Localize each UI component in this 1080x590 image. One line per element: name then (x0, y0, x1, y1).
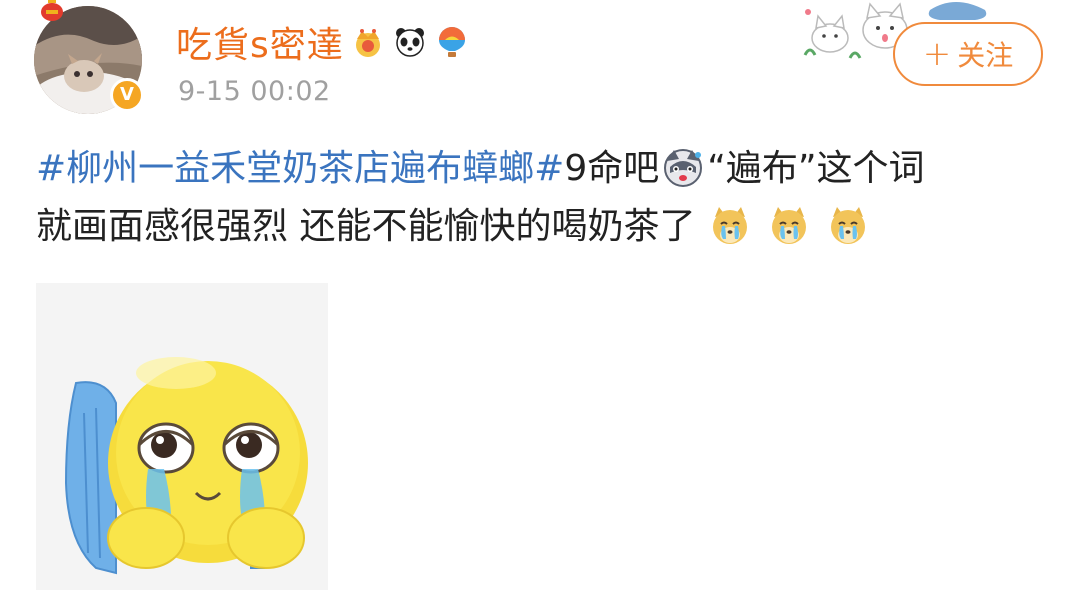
panda-badge-icon[interactable] (392, 24, 428, 60)
verified-badge-icon: V (110, 78, 144, 112)
crying-emoji-sticker (36, 283, 328, 590)
post-text-segment: 9命吧 (564, 148, 660, 189)
follow-button[interactable]: + 关注 (893, 22, 1043, 86)
lantern-pendant-icon (41, 0, 63, 21)
post-text-line-2: 就画面感很强烈 还能不能愉快的喝奶茶了 (36, 198, 1056, 256)
crying-doge-emoji (713, 207, 748, 244)
crying-doge-emoji (772, 207, 807, 244)
crying-doge-emoji (831, 207, 866, 244)
hashtag-link[interactable]: #柳州一益禾堂奶茶店遍布蟑螂# (36, 148, 564, 189)
avatar-container[interactable]: V (34, 0, 144, 114)
post-image[interactable] (36, 283, 328, 590)
husky-dog-emoji (664, 149, 703, 187)
plus-icon: + (922, 34, 952, 74)
weibo-post: V 吃貨s密達 9-15 00:02 + 关注 #柳州一益禾堂奶茶店遍布蟑螂#9… (0, 0, 1080, 590)
username[interactable]: 吃貨s密達 (176, 16, 344, 68)
follow-label: 关注 (957, 39, 1014, 72)
post-text-segment: “遍布”这个词 (707, 148, 925, 189)
hot-air-balloon-badge-icon[interactable] (434, 24, 470, 60)
username-row: 吃貨s密達 (176, 20, 470, 66)
post-text: #柳州一益禾堂奶茶店遍布蟑螂#9命吧 “遍布”这个词 就画面感很强烈 还能不能愉… (36, 140, 1056, 256)
crown-badge-icon[interactable] (350, 24, 386, 60)
post-timestamp: 9-15 00:02 (178, 76, 331, 107)
post-text-segment: 就画面感很强烈 还能不能愉快的喝奶茶了 (36, 206, 696, 247)
trailing-emojis (695, 206, 872, 247)
post-text-line-1: #柳州一益禾堂奶茶店遍布蟑螂#9命吧 “遍布”这个词 (36, 140, 1056, 198)
